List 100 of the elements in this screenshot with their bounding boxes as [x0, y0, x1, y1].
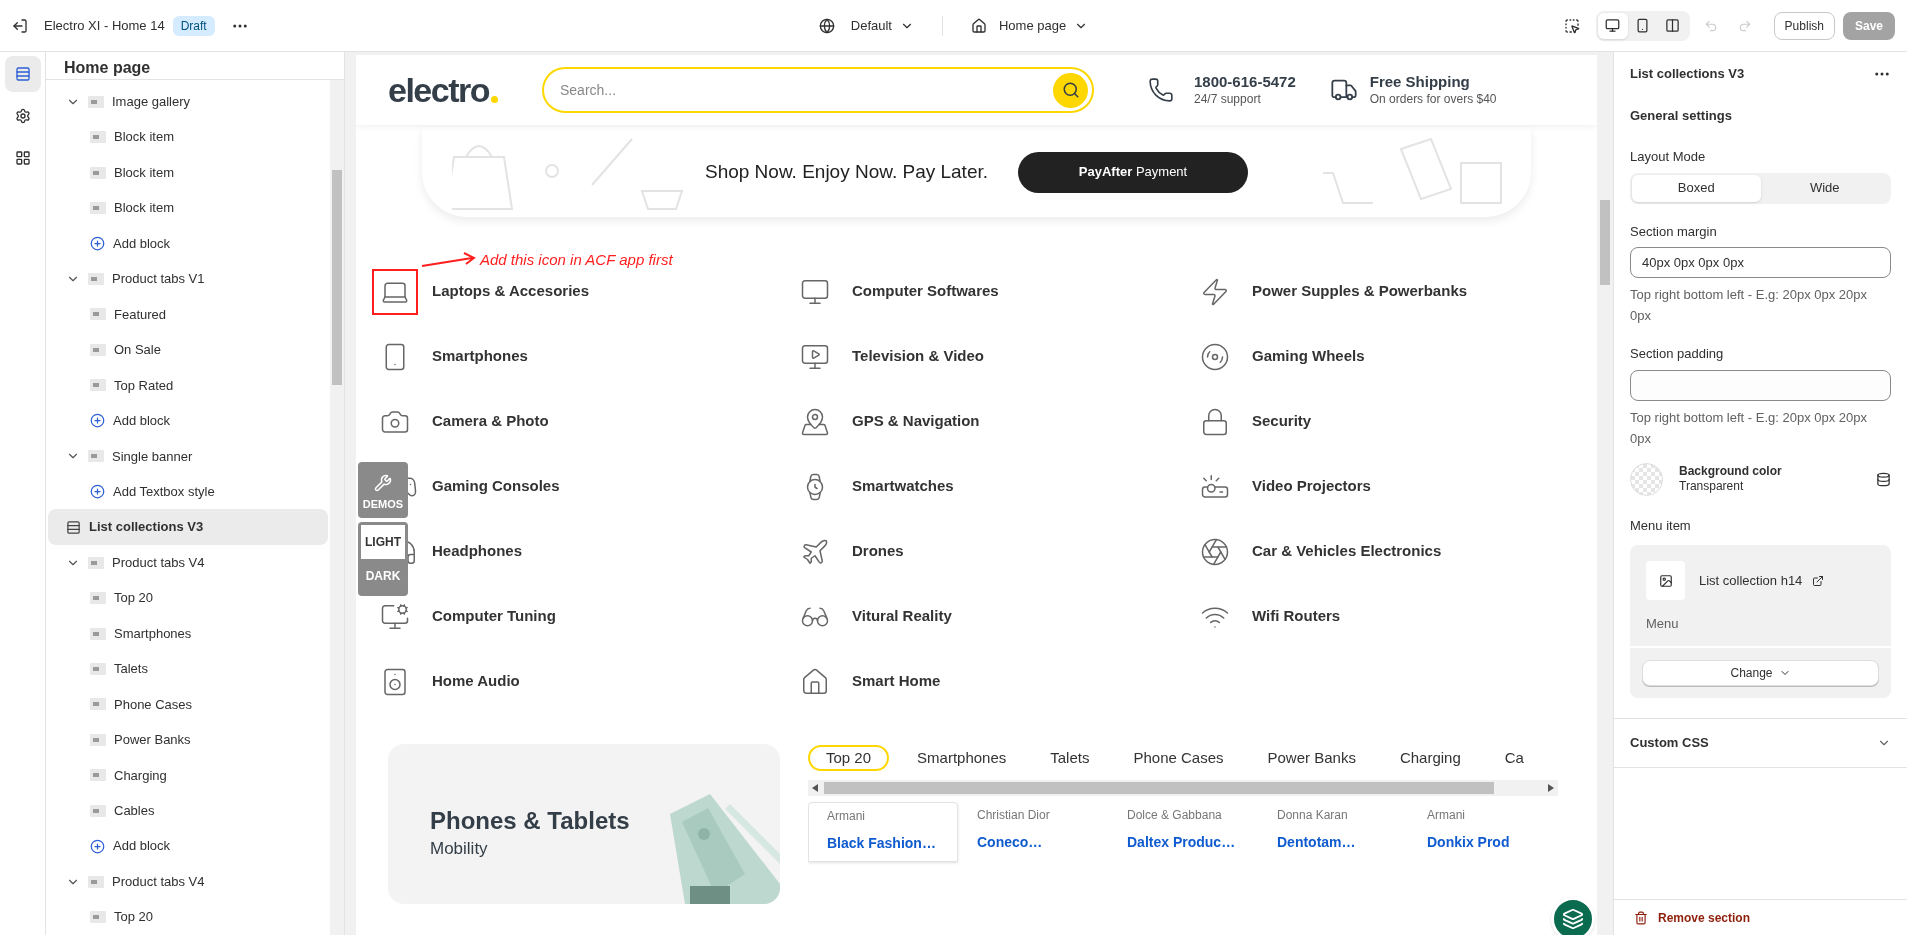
product-brand: Dolce & Gabbana [1127, 807, 1223, 824]
shipping-title: Free Shipping [1369, 73, 1471, 92]
tree-item[interactable]: Block item [48, 154, 328, 191]
search-input[interactable]: Search... [560, 79, 1053, 101]
tree-item[interactable]: Product tabs V4 [48, 863, 328, 900]
product-tab[interactable]: Power Banks [1251, 745, 1372, 771]
product-brand: Armani [827, 808, 866, 825]
layout-option[interactable]: Wide [1760, 174, 1889, 202]
menu-type: Menu [1645, 615, 1680, 633]
category-link[interactable]: Smartphones [432, 345, 528, 368]
tree-item[interactable]: Charging [48, 757, 328, 794]
tree-item[interactable]: Cables [48, 793, 328, 829]
promo-card[interactable]: Phones & Tablets Mobility [388, 744, 780, 904]
category-link[interactable]: Computer Softwares [852, 280, 999, 303]
add-block-link[interactable]: Add Textbox style [48, 474, 227, 510]
search-field[interactable]: Search... [542, 67, 1094, 113]
category-link[interactable]: Smart Home [852, 670, 941, 693]
tree-item[interactable]: Block item [48, 190, 328, 226]
remove-section-button[interactable]: Remove section [1634, 908, 1751, 927]
tree-item[interactable]: On Sale [48, 332, 328, 368]
product-card[interactable]: Christian Dior Coneco… [958, 802, 1108, 862]
promo-title: Phones & Tablets [430, 806, 631, 836]
field-label: Section padding [1630, 345, 1725, 363]
tree-item[interactable]: List collections V3 [48, 509, 328, 545]
background-value: Transparent [1679, 479, 1745, 494]
tree-item[interactable]: Smartphones [48, 615, 328, 652]
sidebar-title: Home page [46, 52, 344, 80]
category-link[interactable]: Vitural Reality [852, 605, 952, 628]
tree-item[interactable]: Single banner [48, 438, 328, 474]
tree-item[interactable]: Top 20 [48, 580, 328, 616]
category-link[interactable]: Headphones [432, 540, 522, 563]
category-link[interactable]: Gaming Consoles [432, 475, 560, 498]
tree-item[interactable]: Talets [48, 651, 328, 687]
category-link[interactable]: Power Supples & Powerbanks [1252, 280, 1468, 303]
category-link[interactable]: Drones [852, 540, 904, 563]
category-link[interactable]: Security [1252, 410, 1312, 433]
product-brand: Armani [1427, 807, 1466, 824]
product-title[interactable]: Daltex Produc… [1127, 832, 1240, 853]
tree-item[interactable]: Product tabs V1 [48, 261, 328, 297]
category-link[interactable]: GPS & Navigation [852, 410, 980, 433]
tree-item[interactable]: Top 20 [48, 899, 328, 935]
tree-item[interactable]: Product tabs V4 [48, 544, 328, 581]
theme-dropdown[interactable]: Default [810, 11, 922, 40]
add-block-link[interactable]: Add block [48, 225, 183, 262]
product-card[interactable]: Armani Donkix Prod [1408, 802, 1558, 862]
product-brand: Christian Dior [977, 807, 1051, 824]
annotation-text: Add this icon in ACF app first [480, 250, 673, 270]
menu-name[interactable]: List collection h14 [1699, 570, 1803, 591]
page-dropdown[interactable]: Home page [963, 11, 1097, 40]
category-link[interactable]: Car & Vehicles Electronics [1252, 540, 1442, 563]
product-tab[interactable]: Top 20 [808, 745, 890, 771]
product-tab[interactable]: Charging [1383, 745, 1477, 771]
product-tab[interactable]: Ca [1488, 745, 1540, 771]
field-hint: Top right bottom left - E.g: 20px 0px 20px 0px [1630, 286, 1869, 325]
product-title[interactable]: Coneco… [977, 832, 1090, 853]
layout-option[interactable]: Boxed [1632, 174, 1761, 202]
phone-number: 1800-616-5472 [1194, 73, 1296, 92]
add-block-link[interactable]: Add block [48, 828, 183, 864]
margin-field[interactable]: 40px 0px 0px 0px [1630, 247, 1891, 278]
category-link[interactable]: Gaming Wheels [1252, 345, 1365, 368]
support-note: 24/7 support [1194, 91, 1262, 107]
add-block-link[interactable]: Add block [48, 403, 183, 439]
publish-button[interactable]: Publish [1773, 11, 1835, 40]
logo[interactable]: electro [388, 73, 498, 107]
product-card[interactable]: Donna Karan Dentotam… [1258, 802, 1408, 862]
category-link[interactable]: Camera & Photo [432, 410, 549, 433]
tree-item[interactable]: Power Banks [48, 722, 328, 758]
category-link[interactable]: Laptops & Accesories [432, 280, 589, 303]
product-tab[interactable]: Phone Cases [1117, 745, 1240, 771]
change-button[interactable]: Change [1642, 659, 1879, 686]
product-card[interactable]: Dolce & Gabbana Daltex Produc… [1108, 802, 1258, 862]
banner-text: Shop Now. Enjoy Now. Pay Later. [704, 159, 989, 184]
status-badge: Draft [172, 15, 215, 36]
panel-title: List collections V3 [1630, 65, 1745, 83]
category-link[interactable]: Wifi Routers [1252, 605, 1341, 628]
category-link[interactable]: Television & Video [852, 345, 984, 368]
product-card[interactable]: Armani Black Fashion… [808, 802, 958, 862]
payafter-button[interactable]: PayAfter Payment [1018, 151, 1249, 193]
field-hint: Top right bottom left - E.g: 20px 0px 20px 0px [1630, 408, 1869, 448]
product-title[interactable]: Dentotam… [1277, 832, 1390, 853]
field-label: Layout Mode [1630, 148, 1707, 166]
product-title[interactable]: Black Fashion… [827, 833, 939, 854]
theme-mode-option[interactable]: LIGHT [361, 525, 405, 559]
custom-css-section[interactable]: Custom CSS [1614, 717, 1907, 768]
category-link[interactable]: Video Projectors [1252, 475, 1371, 498]
group-heading: General settings [1630, 106, 1733, 125]
store-title: Electro XI - Home 14 [44, 16, 165, 35]
product-title[interactable]: Donkix Prod [1427, 832, 1540, 853]
category-link[interactable]: Computer Tuning [432, 605, 556, 628]
tree-item[interactable]: Phone Cases [48, 686, 328, 723]
tree-item[interactable]: Top Rated [48, 367, 328, 404]
product-tab[interactable]: Talets [1034, 745, 1106, 771]
product-brand: Donna Karan [1277, 807, 1349, 824]
category-link[interactable]: Smartwatches [852, 475, 954, 498]
tree-item[interactable]: Image gallery [48, 84, 328, 120]
background-label: Background color [1679, 464, 1783, 479]
tree-item[interactable]: Featured [48, 296, 328, 333]
category-link[interactable]: Home Audio [432, 670, 520, 693]
tree-item[interactable]: Block item [48, 119, 328, 155]
product-tab[interactable]: Smartphones [901, 745, 1023, 771]
